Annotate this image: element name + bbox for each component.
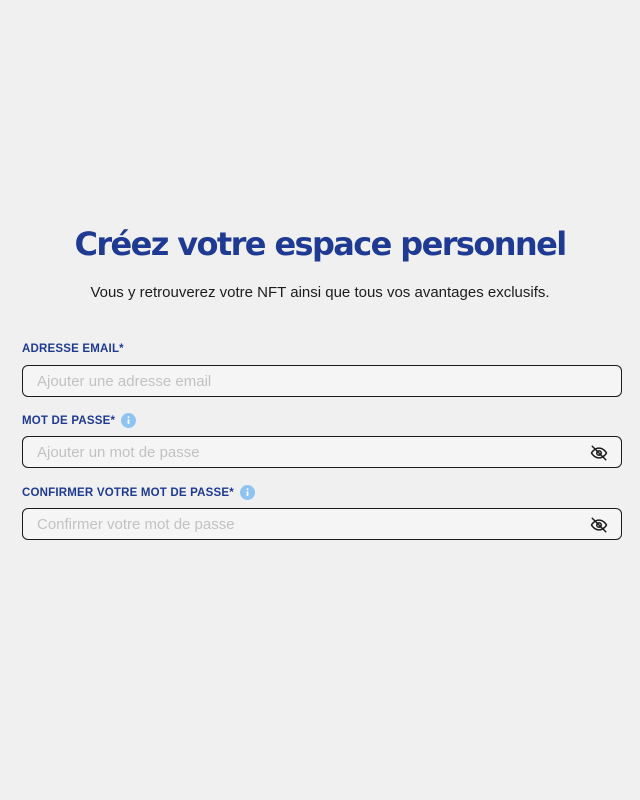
- confirm-password-label-text: CONFIRMER VOTRE MOT DE PASSE*: [22, 486, 234, 499]
- password-label: MOT DE PASSE*: [22, 413, 137, 428]
- eye-off-icon[interactable]: [589, 515, 609, 535]
- page-subtitle: Vous y retrouverez votre NFT ainsi que t…: [90, 284, 550, 301]
- page-title: Créez votre espace personnel: [74, 225, 567, 263]
- confirm-password-label: CONFIRMER VOTRE MOT DE PASSE*: [22, 485, 255, 500]
- password-field[interactable]: [23, 437, 621, 467]
- info-icon[interactable]: [121, 413, 137, 428]
- password-field-container: [22, 436, 622, 468]
- email-label-text: ADRESSE EMAIL*: [22, 343, 124, 355]
- eye-off-icon[interactable]: [589, 443, 609, 463]
- confirm-password-field-container: [22, 508, 622, 540]
- confirm-password-field[interactable]: [23, 509, 621, 539]
- email-field[interactable]: [23, 366, 621, 396]
- password-label-text: MOT DE PASSE*: [22, 414, 116, 427]
- info-icon[interactable]: [239, 485, 255, 500]
- email-label: ADRESSE EMAIL*: [22, 342, 124, 356]
- email-field-container: [22, 365, 622, 397]
- signup-page: Créez votre espace personnel Vous y retr…: [0, 0, 640, 800]
